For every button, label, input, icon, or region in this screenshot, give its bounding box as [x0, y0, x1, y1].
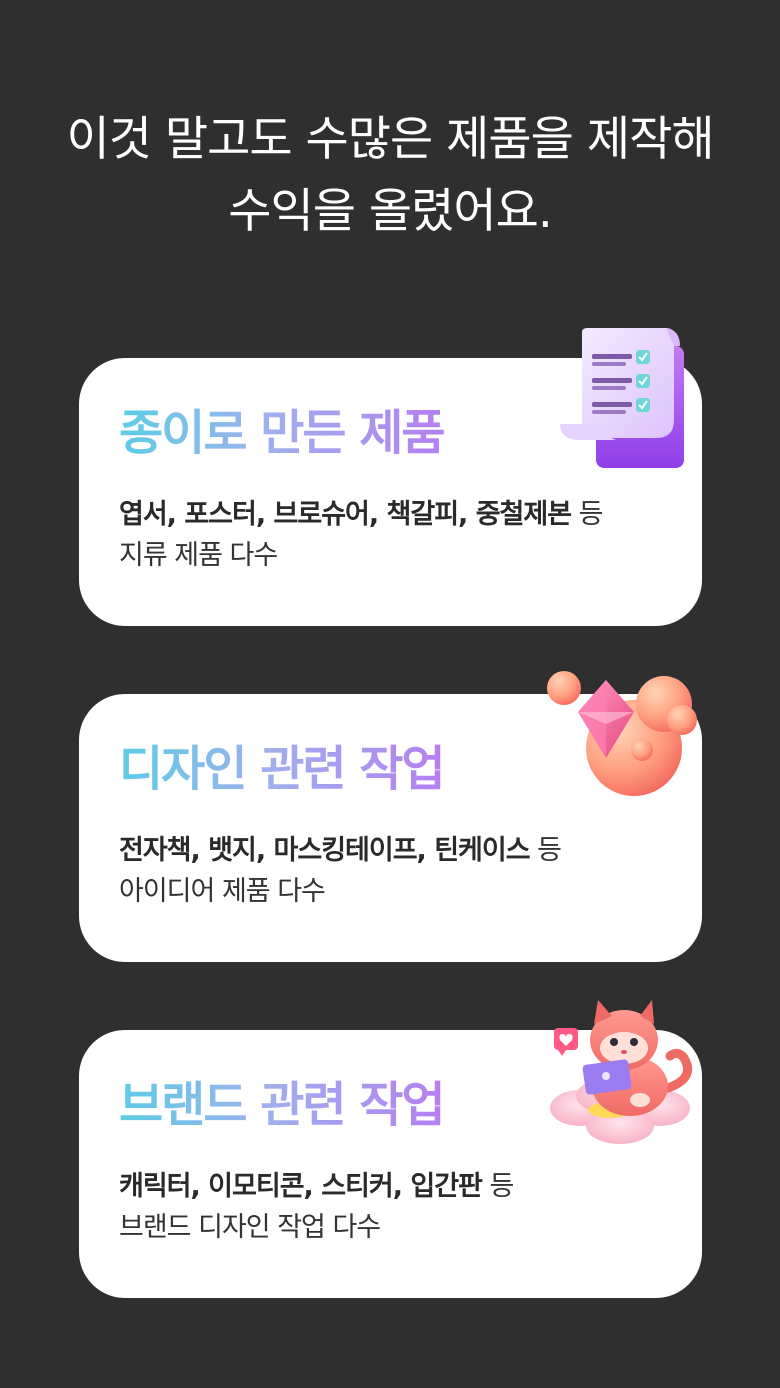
card-description-items: 전자책, 뱃지, 마스킹테이프, 틴케이스	[119, 835, 531, 866]
card-description-line-2: 브랜드 디자인 작업 다수	[119, 1212, 381, 1243]
headline-line-2: 수익을 올렸어요.	[228, 184, 553, 239]
card-description-line-2: 지류 제품 다수	[119, 540, 278, 571]
card-description-suffix: 등	[481, 1171, 514, 1202]
card-description-line-2: 아이디어 제품 다수	[119, 876, 326, 907]
card-description-items: 캐릭터, 이모티콘, 스티커, 입간판	[119, 1171, 483, 1202]
checklist-document-icon	[560, 328, 684, 468]
card-description: 캐릭터, 이모티콘, 스티커, 입간판 등 브랜드 디자인 작업 다수	[119, 1166, 514, 1248]
card-description-line-1: 캐릭터, 이모티콘, 스티커, 입간판 등	[119, 1166, 514, 1207]
headline-line-1: 이것 말고도 수많은 제품을 제작해	[66, 112, 714, 167]
card-description-suffix: 등	[571, 499, 604, 530]
card-description-line-1: 엽서, 포스터, 브로슈어, 책갈피, 중철제본 등	[119, 494, 604, 535]
card-title: 종이로 만든 제품	[119, 398, 446, 468]
card-description-line-1: 전자책, 뱃지, 마스킹테이프, 틴케이스 등	[119, 830, 562, 871]
cat-laptop-icon	[550, 1000, 692, 1144]
card-description-items: 엽서, 포스터, 브로슈어, 책갈피, 중철제본	[119, 499, 572, 530]
card-description: 전자책, 뱃지, 마스킹테이프, 틴케이스 등 아이디어 제품 다수	[119, 830, 562, 912]
card-title: 디자인 관련 작업	[119, 734, 446, 804]
card-title: 브랜드 관련 작업	[119, 1070, 446, 1140]
gem-bubbles-icon	[547, 671, 697, 796]
headline: 이것 말고도 수많은 제품을 제작해 수익을 올렸어요.	[0, 104, 780, 248]
card-description: 엽서, 포스터, 브로슈어, 책갈피, 중철제본 등 지류 제품 다수	[119, 494, 604, 576]
page: 이것 말고도 수많은 제품을 제작해 수익을 올렸어요. 종이로 만든 제품 엽…	[0, 0, 780, 1388]
card-description-suffix: 등	[529, 835, 562, 866]
